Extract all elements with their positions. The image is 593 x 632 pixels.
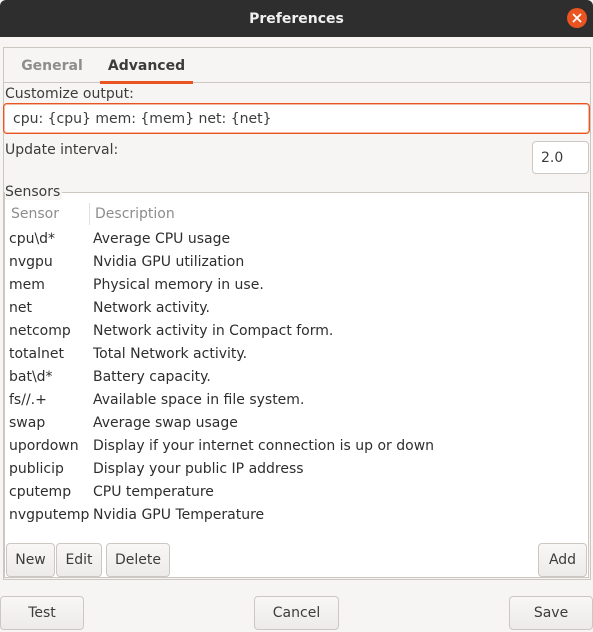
table-row[interactable]: net Network activity. — [5, 296, 588, 319]
save-button[interactable]: Save — [509, 596, 593, 630]
sensor-name-cell: publicip — [9, 460, 64, 477]
table-row[interactable]: bat\d* Battery capacity. — [5, 365, 588, 388]
sensor-name-cell: bat\d* — [9, 368, 53, 385]
table-row[interactable]: cputemp CPU temperature — [5, 480, 588, 503]
sensor-name-cell: net — [9, 299, 32, 316]
column-header-sensor[interactable]: Sensor — [11, 206, 59, 222]
sensor-description-cell: Nvidia GPU Temperature — [93, 506, 265, 523]
title-bar: Preferences — [0, 0, 593, 37]
close-icon — [572, 13, 582, 23]
sensor-name-cell: swap — [9, 414, 46, 431]
column-header-description[interactable]: Description — [95, 206, 175, 222]
table-row[interactable]: nvgpu Nvidia GPU utilization — [5, 250, 588, 273]
update-interval-input[interactable]: 2.0 — [532, 141, 589, 174]
update-interval-value: 2.0 — [541, 149, 564, 166]
sensor-name-cell: nvgputemp — [9, 506, 90, 523]
sensor-description-cell: Average CPU usage — [93, 230, 231, 247]
table-row[interactable]: totalnet Total Network activity. — [5, 342, 588, 365]
sensor-description-cell: CPU temperature — [93, 483, 214, 500]
test-button[interactable]: Test — [0, 596, 84, 630]
sensor-description-cell: Network activity. — [93, 299, 210, 316]
sensor-description-cell: Battery capacity. — [93, 368, 211, 385]
sensor-name-cell: totalnet — [9, 345, 64, 362]
table-row[interactable]: nvgputemp Nvidia GPU Temperature — [5, 503, 588, 526]
table-row[interactable]: fs//.+ Available space in file system. — [5, 388, 588, 411]
sensor-description-cell: Average swap usage — [93, 414, 238, 431]
sensor-description-cell: Nvidia GPU utilization — [93, 253, 245, 270]
cancel-button[interactable]: Cancel — [254, 596, 339, 630]
column-separator — [89, 203, 90, 225]
table-row[interactable]: netcomp Network activity in Compact form. — [5, 319, 588, 342]
table-row[interactable]: mem Physical memory in use. — [5, 273, 588, 296]
sensor-name-cell: cputemp — [9, 483, 72, 500]
sensor-name-cell: cpu\d* — [9, 230, 56, 247]
sensor-name-cell: nvgpu — [9, 253, 53, 270]
sensors-label: Sensors — [5, 184, 63, 200]
customize-output-value: cpu: {cpu} mem: {mem} net: {net} — [13, 110, 272, 127]
update-interval-label: Update interval: — [5, 142, 119, 158]
sensor-name-cell: upordown — [9, 437, 79, 454]
sensors-frame: Sensor Description cpu\d* Average CPU usa… — [4, 192, 589, 578]
sensor-description-cell: Physical memory in use. — [93, 276, 264, 293]
sensor-name-cell: fs//.+ — [9, 391, 47, 408]
sensor-name-cell: netcomp — [9, 322, 71, 339]
table-row[interactable]: cpu\d* Average CPU usage — [5, 227, 588, 250]
edit-sensor-button[interactable]: Edit — [56, 543, 102, 577]
sensor-description-cell: Display if your internet connection is u… — [93, 437, 435, 454]
tab-general[interactable]: General — [12, 48, 92, 83]
customize-output-input[interactable]: cpu: {cpu} mem: {mem} net: {net} — [3, 103, 590, 134]
sensor-description-cell: Network activity in Compact form. — [93, 322, 334, 339]
sensor-description-cell: Available space in file system. — [93, 391, 305, 408]
delete-sensor-button[interactable]: Delete — [106, 543, 170, 577]
new-sensor-button[interactable]: New — [6, 543, 55, 577]
close-button[interactable] — [567, 8, 587, 28]
add-sensor-button[interactable]: Add — [538, 543, 587, 577]
window-title: Preferences — [249, 10, 344, 27]
sensor-description-cell: Display your public IP address — [93, 460, 304, 477]
sensors-table-header: Sensor Description — [5, 201, 588, 227]
sensors-table-body: cpu\d* Average CPU usage nvgpu Nvidia GPU u… — [5, 227, 588, 526]
sensor-name-cell: mem — [9, 276, 45, 293]
table-row[interactable]: upordown Display if your internet connect… — [5, 434, 588, 457]
sensor-description-cell: Total Network activity. — [93, 345, 248, 362]
table-row[interactable]: swap Average swap usage — [5, 411, 588, 434]
table-row[interactable]: publicip Display your public IP address — [5, 457, 588, 480]
tab-bar: General Advanced — [4, 48, 590, 84]
customize-output-label: Customize output: — [5, 86, 134, 102]
tab-advanced[interactable]: Advanced — [100, 48, 193, 84]
